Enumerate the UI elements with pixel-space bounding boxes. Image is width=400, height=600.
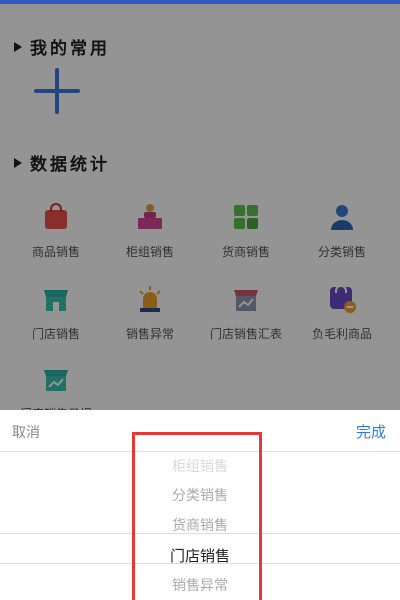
done-button[interactable]: 完成 (356, 421, 386, 442)
cancel-button[interactable]: 取消 (12, 422, 40, 442)
modal-overlay[interactable] (0, 4, 400, 414)
highlight-annotation-box (132, 432, 262, 600)
